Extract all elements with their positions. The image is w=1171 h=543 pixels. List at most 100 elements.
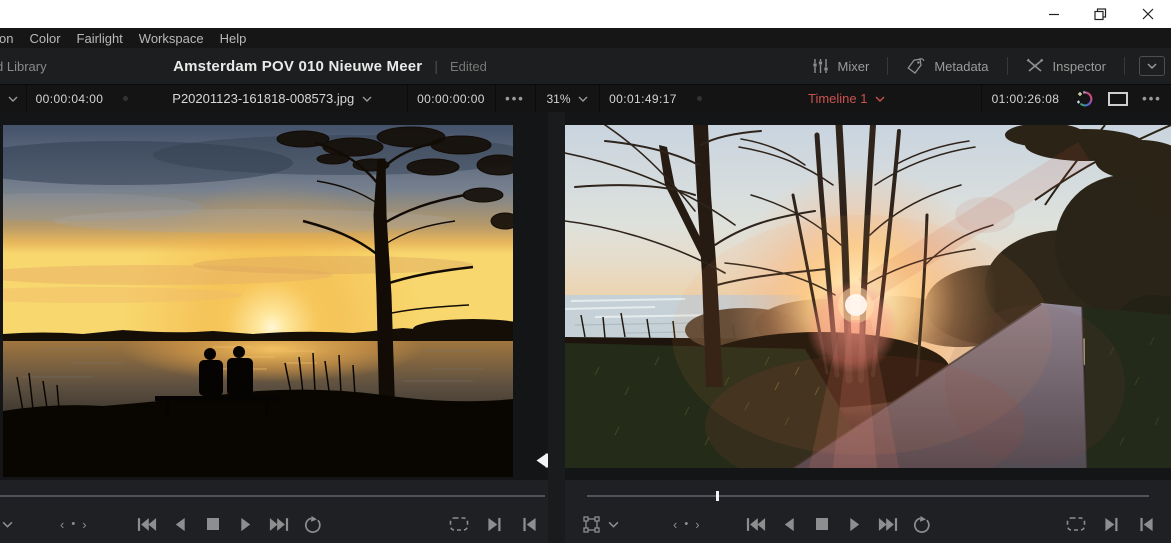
source-playback-buttons <box>136 510 323 538</box>
skip-to-start-button[interactable] <box>136 514 158 534</box>
timeline-zoom-dropdown[interactable]: 31% <box>534 85 599 112</box>
inspector-icon <box>1026 58 1043 72</box>
title-separator: | <box>434 58 438 74</box>
timeline-title[interactable]: Timeline 1 <box>713 85 982 112</box>
timeline-edit-nav-buttons <box>1065 510 1157 538</box>
chevron-down-icon <box>8 96 18 102</box>
minimize-button[interactable] <box>1030 0 1077 28</box>
menu-item-fusion-cut[interactable]: on <box>0 31 21 46</box>
project-title-group: Amsterdam POV 010 Nieuwe Meer | Edited <box>0 48 660 84</box>
clip-name: P20201123-161818-008573.jpg <box>172 91 355 106</box>
metadata-label: Metadata <box>934 58 989 74</box>
zoom-level: 31% <box>546 91 571 106</box>
timeline-playhead[interactable] <box>716 491 720 501</box>
menu-item-fairlight[interactable]: Fairlight <box>69 31 131 46</box>
menu-bar: on Color Fairlight Workspace Help <box>0 28 1171 48</box>
timeline-indicator-dot <box>687 85 713 112</box>
source-image[interactable] <box>3 125 513 477</box>
frame-rectangle-icon <box>1108 91 1128 106</box>
next-edit-button[interactable] <box>1100 514 1122 534</box>
timeline-scrubber[interactable] <box>587 491 1149 501</box>
timeline-transport-controls: ‹ • › <box>565 510 1171 543</box>
metadata-tag-icon <box>907 58 925 74</box>
header-divider <box>1124 57 1125 75</box>
inspector-label: Inspector <box>1052 58 1106 74</box>
stop-button[interactable] <box>811 514 833 534</box>
stop-button[interactable] <box>202 514 224 534</box>
skip-to-end-button[interactable] <box>268 514 290 534</box>
timeline-image[interactable] <box>565 125 1171 468</box>
source-clip-title[interactable]: P20201123-161818-008573.jpg <box>138 85 407 112</box>
next-edit-button[interactable] <box>483 514 505 534</box>
prev-edit-button[interactable] <box>518 514 540 534</box>
jog-right-icon: › <box>695 516 700 532</box>
viewer-divider[interactable] <box>548 112 565 543</box>
source-timecode-left[interactable]: 00:00:04:00 <box>26 85 112 112</box>
chevron-down-icon <box>875 96 885 102</box>
minimize-icon <box>1048 13 1059 16</box>
header-bar: d Library Amsterdam POV 010 Nieuwe Meer … <box>0 48 1171 84</box>
edited-status: Edited <box>450 58 487 74</box>
source-timecode-right[interactable]: 00:00:00:00 <box>406 85 495 112</box>
restore-icon <box>1094 7 1107 20</box>
loop-playback-button[interactable] <box>910 514 932 534</box>
timeline-timecode-right[interactable]: 01:00:26:08 <box>981 85 1069 112</box>
chevron-down-icon <box>2 521 13 528</box>
metadata-button[interactable]: Metadata <box>888 48 1006 84</box>
step-back-button[interactable] <box>778 514 800 534</box>
close-icon <box>1142 8 1153 20</box>
menu-item-workspace[interactable]: Workspace <box>131 31 212 46</box>
timeline-timecode-left[interactable]: 00:01:49:17 <box>598 85 687 112</box>
maximize-restore-button[interactable] <box>1077 0 1124 28</box>
transform-tool-dropdown[interactable] <box>583 510 619 538</box>
source-options-menu[interactable]: ••• <box>494 85 535 112</box>
panel-toggle-buttons: Mixer Metadata Inspector <box>794 48 1165 84</box>
skip-to-end-button[interactable] <box>877 514 899 534</box>
transform-crop-icon <box>583 515 600 533</box>
jog-left-icon: ‹ <box>673 516 678 532</box>
mixer-button[interactable]: Mixer <box>794 48 888 84</box>
timeline-jog-control[interactable]: ‹ • › <box>673 510 700 538</box>
play-button[interactable] <box>844 514 866 534</box>
source-indicator-dot <box>112 85 138 112</box>
source-transport-controls: ‹ • › <box>0 510 548 543</box>
source-jog-control[interactable]: ‹ • › <box>60 510 87 538</box>
timeline-options-menu[interactable]: ••• <box>1133 85 1171 112</box>
window-titlebar <box>0 0 1171 28</box>
source-viewer-mode-dropdown[interactable] <box>0 85 26 112</box>
color-enhance-icon <box>1077 90 1093 106</box>
source-edit-nav-buttons <box>448 510 540 538</box>
loop-clip-button[interactable] <box>1065 514 1087 534</box>
chevron-down-icon <box>1147 63 1157 69</box>
timeline-name: Timeline 1 <box>808 91 868 106</box>
project-title: Amsterdam POV 010 Nieuwe Meer <box>173 57 423 75</box>
chevron-down-icon <box>608 521 619 528</box>
source-viewer-panel: ‹ • › <box>0 112 549 543</box>
step-back-button[interactable] <box>169 514 191 534</box>
viewer-display-mode-button[interactable] <box>1103 85 1133 112</box>
chevron-down-icon <box>362 96 372 102</box>
skip-to-start-button[interactable] <box>745 514 767 534</box>
loop-clip-button[interactable] <box>448 514 470 534</box>
menu-item-help[interactable]: Help <box>212 31 255 46</box>
inspector-button[interactable]: Inspector <box>1008 48 1124 84</box>
chevron-down-icon <box>578 96 588 102</box>
loop-playback-button[interactable] <box>301 514 323 534</box>
menu-item-color[interactable]: Color <box>21 31 68 46</box>
jog-right-icon: › <box>82 516 87 532</box>
close-button[interactable] <box>1124 0 1171 28</box>
panel-overflow-dropdown[interactable] <box>1139 56 1165 76</box>
play-button[interactable] <box>235 514 257 534</box>
timeline-transport-bar: ‹ • › <box>565 480 1171 543</box>
source-scrubber[interactable] <box>0 495 545 497</box>
mixer-label: Mixer <box>837 58 870 74</box>
jog-left-icon: ‹ <box>60 516 65 532</box>
viewer-toolbars: 00:00:04:00 P20201123-161818-008573.jpg … <box>0 84 1171 112</box>
timeline-playback-buttons <box>745 510 932 538</box>
source-transport-bar: ‹ • › <box>0 480 548 543</box>
jog-dot-icon: • <box>684 518 689 530</box>
grade-enhance-button[interactable] <box>1069 85 1103 112</box>
timeline-viewer-panel: ‹ • › <box>565 112 1171 543</box>
source-left-dropdown[interactable] <box>2 510 13 538</box>
prev-edit-button[interactable] <box>1135 514 1157 534</box>
